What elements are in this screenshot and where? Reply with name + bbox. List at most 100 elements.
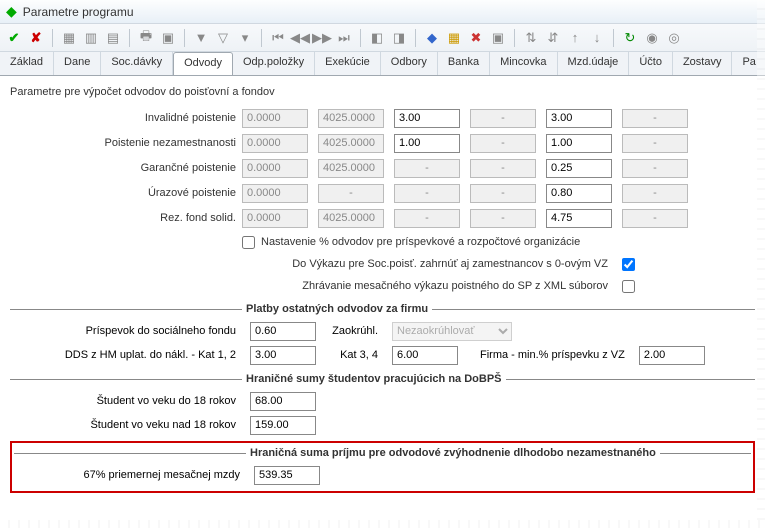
dash-cell: - xyxy=(394,209,460,228)
last-icon[interactable]: ⏭ xyxy=(336,30,352,46)
param-input xyxy=(242,184,308,203)
param-input[interactable] xyxy=(546,159,612,178)
param-input[interactable] xyxy=(394,109,460,128)
firma-input[interactable] xyxy=(639,346,705,365)
check-xml-box[interactable] xyxy=(622,280,635,293)
tool-icon[interactable]: ▣ xyxy=(490,30,506,46)
param-input[interactable] xyxy=(546,184,612,203)
tab-mzd.údaje[interactable]: Mzd.údaje xyxy=(558,52,630,75)
tool-icon[interactable]: ▦ xyxy=(446,30,462,46)
dash-cell: - xyxy=(622,134,688,153)
kat34-input[interactable] xyxy=(392,346,458,365)
zaokr-select[interactable]: Nezaokrúhlovať xyxy=(392,322,512,341)
tab-mincovka[interactable]: Mincovka xyxy=(490,52,557,75)
subheader-hranicna: Hraničná suma príjmu pre odvodové zvýhod… xyxy=(14,447,751,459)
tool-icon[interactable]: ▤ xyxy=(105,30,121,46)
kat34-label: Kat 3, 4 xyxy=(324,349,384,361)
s18-label: Študent vo veku do 18 rokov xyxy=(10,395,242,407)
dash-cell: - xyxy=(622,159,688,178)
dash-cell: - xyxy=(622,209,688,228)
param-input[interactable] xyxy=(546,209,612,228)
pct-input[interactable] xyxy=(254,466,320,485)
preview-icon[interactable]: ▣ xyxy=(160,30,176,46)
zaokr-label: Zaokrúhl. xyxy=(324,325,384,337)
dds-input[interactable] xyxy=(250,346,316,365)
app-icon: ◆ xyxy=(6,3,17,20)
param-label: Invalidné poistenie xyxy=(10,112,242,124)
pct-label: 67% priemernej mesačnej mzdy xyxy=(14,469,246,481)
dash-cell: - xyxy=(318,184,384,203)
dash-cell: - xyxy=(470,184,536,203)
param-input[interactable] xyxy=(546,134,612,153)
print-icon[interactable]: 🖶 xyxy=(138,30,154,46)
content: Parametre pre výpočet odvodov do poisťov… xyxy=(0,76,765,499)
check-vz0-box[interactable] xyxy=(622,258,635,271)
filter-icon[interactable]: ▼ xyxy=(193,30,209,46)
param-input[interactable] xyxy=(394,134,460,153)
dash-cell: - xyxy=(470,134,536,153)
filter-icon[interactable]: ▽ xyxy=(215,30,231,46)
check-xml[interactable]: Zhrávanie mesačného výkazu poistného do … xyxy=(187,280,755,293)
section-title: Parametre pre výpočet odvodov do poisťov… xyxy=(10,86,755,98)
dds-label: DDS z HM uplat. do nákl. - Kat 1, 2 xyxy=(10,349,242,361)
cancel-icon[interactable]: ✘ xyxy=(28,30,44,46)
tab-základ[interactable]: Základ xyxy=(0,52,54,75)
param-input xyxy=(242,209,308,228)
down-icon[interactable]: ↓ xyxy=(589,30,605,46)
filter-icon[interactable]: ▾ xyxy=(237,30,253,46)
check-org[interactable]: Nastavenie % odvodov pre príspevkové a r… xyxy=(242,236,580,249)
prispevok-input[interactable] xyxy=(250,322,316,341)
param-input xyxy=(242,109,308,128)
param-input[interactable] xyxy=(546,109,612,128)
up-icon[interactable]: ↑ xyxy=(567,30,583,46)
sort-icon[interactable]: ⇅ xyxy=(523,30,539,46)
tab-odp.položky[interactable]: Odp.položky xyxy=(233,52,315,75)
dash-cell: - xyxy=(622,109,688,128)
s18p-label: Študent vo veku nad 18 rokov xyxy=(10,419,242,431)
tool-icon[interactable]: ◆ xyxy=(424,30,440,46)
param-input xyxy=(318,209,384,228)
dash-cell: - xyxy=(622,184,688,203)
s18p-input[interactable] xyxy=(250,416,316,435)
param-label: Úrazové poistenie xyxy=(10,187,242,199)
param-input xyxy=(242,159,308,178)
tool-icon[interactable]: ◨ xyxy=(391,30,407,46)
window-title: Parametre programu xyxy=(23,5,134,19)
tab-odbory[interactable]: Odbory xyxy=(381,52,438,75)
first-icon[interactable]: ⏮ xyxy=(270,30,286,46)
firma-label: Firma - min.% príspevku z VZ xyxy=(466,349,631,361)
dash-cell: - xyxy=(394,159,460,178)
check-vz0[interactable]: Do Výkazu pre Soc.poisť. zahrnúť aj zame… xyxy=(187,258,755,271)
param-label: Garančné poistenie xyxy=(10,162,242,174)
param-label: Poistenie nezamestnanosti xyxy=(10,137,242,149)
tool-icon[interactable]: ◉ xyxy=(644,30,660,46)
param-row: Rez. fond solid.--- xyxy=(10,206,755,230)
refresh-icon[interactable]: ↻ xyxy=(622,30,638,46)
param-row: Úrazové poistenie---- xyxy=(10,181,755,205)
tab-soc.dávky[interactable]: Soc.dávky xyxy=(101,52,173,75)
titlebar: ◆ Parametre programu xyxy=(0,0,765,24)
param-input xyxy=(318,134,384,153)
ok-icon[interactable]: ✔ xyxy=(6,30,22,46)
tool-icon[interactable]: ◧ xyxy=(369,30,385,46)
param-row: Garančné poistenie--- xyxy=(10,156,755,180)
s18-input[interactable] xyxy=(250,392,316,411)
subheader-platby: Platby ostatných odvodov za firmu xyxy=(10,303,755,315)
tool-icon[interactable]: ▦ xyxy=(61,30,77,46)
tool-icon[interactable]: ◎ xyxy=(666,30,682,46)
prispevok-label: Príspevok do sociálneho fondu xyxy=(10,325,242,337)
tab-odvody[interactable]: Odvody xyxy=(173,52,233,76)
tab-zostavy[interactable]: Zostavy xyxy=(673,52,733,75)
tab-banka[interactable]: Banka xyxy=(438,52,490,75)
tab-exekúcie[interactable]: Exekúcie xyxy=(315,52,381,75)
prev-icon[interactable]: ◀◀ xyxy=(292,30,308,46)
param-input xyxy=(318,159,384,178)
check-org-box[interactable] xyxy=(242,236,255,249)
dash-cell: - xyxy=(470,109,536,128)
sort-icon[interactable]: ⇵ xyxy=(545,30,561,46)
tool-icon[interactable]: ▥ xyxy=(83,30,99,46)
tab-účto[interactable]: Účto xyxy=(629,52,673,75)
tab-dane[interactable]: Dane xyxy=(54,52,101,75)
next-icon[interactable]: ▶▶ xyxy=(314,30,330,46)
tool-icon[interactable]: ✖ xyxy=(468,30,484,46)
